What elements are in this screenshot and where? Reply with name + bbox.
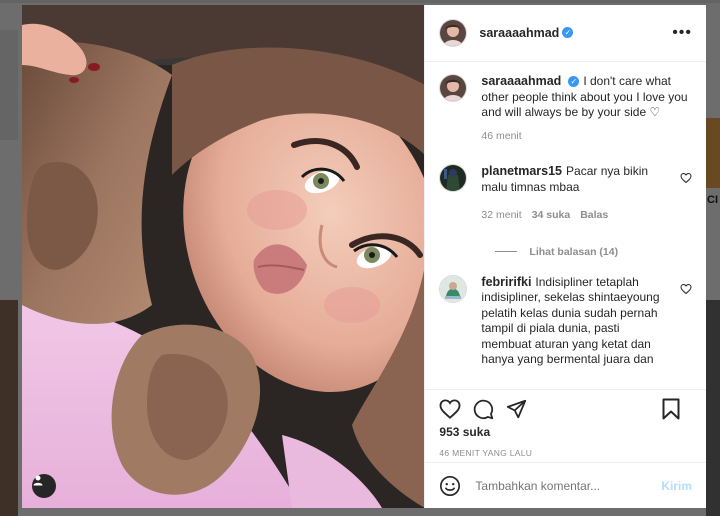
post-photo[interactable]: [22, 5, 425, 508]
heart-icon[interactable]: [680, 172, 692, 184]
post-comment-button[interactable]: Kirim: [661, 479, 692, 493]
view-replies-label[interactable]: Lihat balasan (14): [529, 246, 618, 258]
avatar[interactable]: [439, 164, 468, 192]
avatar[interactable]: [439, 74, 468, 102]
more-icon[interactable]: •••: [672, 24, 692, 42]
caption-time[interactable]: 46 menit: [481, 129, 521, 145]
verified-icon: ✓: [562, 27, 574, 39]
verified-icon: ✓: [568, 76, 580, 88]
caption-username[interactable]: saraaaahmad: [481, 74, 561, 88]
replies-divider: [495, 251, 518, 252]
author-username-label[interactable]: saraaaahmad: [479, 26, 559, 40]
post-modal: saraaaahmad ✓ ••• saraaaahmad ✓ I don't car…: [22, 5, 706, 508]
reply-button[interactable]: Balas: [580, 208, 608, 224]
post-timestamp[interactable]: 46 MENIT YANG LALU: [439, 448, 692, 458]
likes-count[interactable]: 953 suka: [439, 425, 692, 439]
comments-list[interactable]: saraaaahmad ✓ I don't care what other peop…: [425, 62, 706, 389]
add-comment-bar: Kirim: [425, 462, 706, 508]
heart-icon[interactable]: [439, 399, 461, 419]
avatar[interactable]: [439, 274, 468, 303]
caption: saraaaahmad ✓ I don't care what other peop…: [439, 74, 692, 144]
comment-username[interactable]: planetmars15: [481, 164, 562, 178]
comment-likes[interactable]: 34 suka: [532, 208, 571, 224]
emoji-icon[interactable]: [439, 475, 461, 497]
comment-time[interactable]: 32 menit: [481, 208, 521, 224]
heart-icon[interactable]: [680, 283, 692, 295]
bookmark-icon[interactable]: [662, 398, 680, 420]
user-tag-button[interactable]: [32, 474, 56, 498]
comment-input[interactable]: [473, 477, 662, 494]
comment-icon[interactable]: [473, 399, 494, 420]
post-actions: 953 suka 46 MENIT YANG LALU: [425, 389, 706, 462]
avatar[interactable]: [439, 19, 468, 47]
author-username[interactable]: saraaaahmad ✓: [479, 24, 574, 42]
comment-username[interactable]: febririfki: [481, 275, 531, 289]
comment-item: febririfki Indisipliner tetaplah indisipl…: [439, 274, 692, 368]
comment-item: planetmars15 Pacar nya bikin malu timnas …: [439, 164, 692, 224]
user-tag-icon: [33, 475, 43, 486]
post-panel: saraaaahmad ✓ ••• saraaaahmad ✓ I don't car…: [424, 5, 706, 508]
view-replies[interactable]: Lihat balasan (14): [495, 246, 692, 258]
post-header: saraaaahmad ✓ •••: [425, 5, 706, 62]
share-icon[interactable]: [506, 399, 527, 420]
